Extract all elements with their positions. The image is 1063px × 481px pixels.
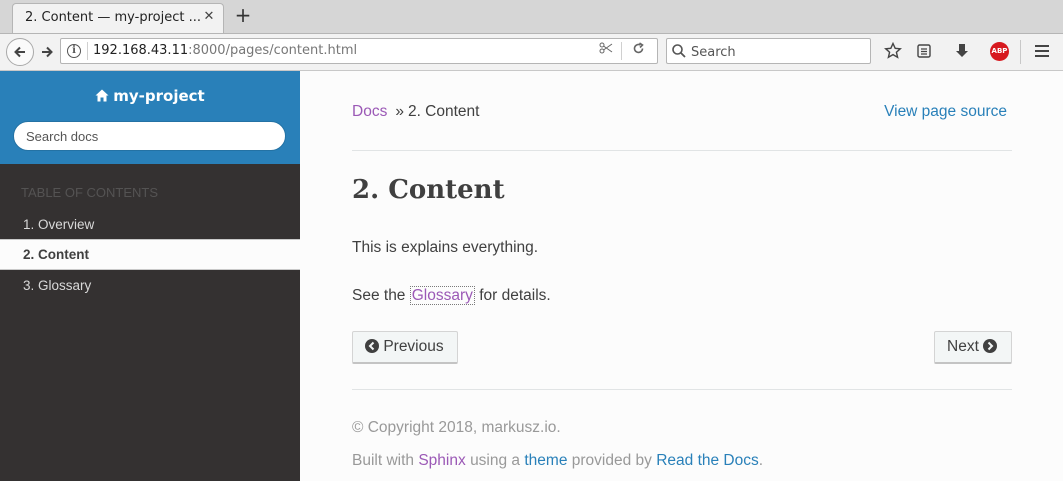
- project-name: my-project: [113, 87, 205, 105]
- url-host: 192.168.43.11: [93, 43, 189, 58]
- breadcrumb-current: 2. Content: [407, 103, 480, 120]
- url-divider: [87, 42, 88, 60]
- view-page-source-link[interactable]: View page source: [884, 103, 1007, 121]
- back-button[interactable]: [6, 38, 34, 66]
- page-title: 2. Content: [352, 175, 505, 205]
- url-path: :8000/pages/content.html: [188, 43, 358, 58]
- sidebar-header: my-project: [0, 71, 300, 164]
- address-bar[interactable]: i 192.168.43.11:8000/pages/content.html: [60, 38, 658, 64]
- download-icon[interactable]: [950, 39, 974, 63]
- bookmark-star-icon[interactable]: [881, 39, 905, 63]
- para-text-before: See the: [352, 287, 406, 304]
- screenshot-scissors-icon[interactable]: [597, 42, 615, 60]
- project-home-link[interactable]: my-project: [0, 87, 300, 105]
- built-with-text: Built with Sphinx using a theme provided…: [352, 452, 763, 470]
- theme-link[interactable]: theme: [524, 452, 567, 469]
- built-mid: using a: [470, 452, 521, 469]
- para-text-after: for details.: [479, 287, 551, 304]
- navigation-toolbar: i 192.168.43.11:8000/pages/content.html …: [0, 34, 1063, 71]
- tab-strip: 2. Content — my-project ... ✕ +: [0, 0, 1063, 34]
- toolbar-divider: [1020, 40, 1021, 64]
- main-content: Docs» 2. Content View page source 2. Cont…: [300, 71, 1063, 481]
- magnifier-icon: [672, 44, 686, 58]
- arrow-circle-right-icon: [983, 339, 998, 353]
- reload-icon[interactable]: [629, 42, 647, 60]
- reading-list-icon[interactable]: [912, 39, 936, 63]
- glossary-paragraph: See the Glossary for details.: [352, 286, 551, 305]
- browser-tab[interactable]: 2. Content — my-project ... ✕: [12, 3, 224, 33]
- next-button[interactable]: Next: [934, 331, 1012, 364]
- docs-sidebar: my-project Table of Contents 1. Overview…: [0, 71, 300, 481]
- read-the-docs-link[interactable]: Read the Docs: [656, 452, 759, 469]
- adblock-icon[interactable]: ABP: [990, 42, 1009, 61]
- menu-hamburger-icon[interactable]: [1030, 39, 1054, 63]
- breadcrumb-docs-link[interactable]: Docs: [352, 103, 387, 120]
- toc-item-glossary[interactable]: 3. Glossary: [0, 270, 300, 301]
- arrow-circle-left-icon: [365, 339, 379, 353]
- forward-button[interactable]: [37, 43, 57, 61]
- toc-item-content[interactable]: 2. Content: [0, 239, 300, 270]
- previous-label: Previous: [383, 338, 444, 355]
- browser-search-box[interactable]: [666, 38, 871, 64]
- home-icon: [95, 89, 109, 102]
- tab-close-icon[interactable]: ✕: [201, 9, 217, 25]
- site-info-icon[interactable]: i: [67, 44, 81, 58]
- back-forward-group: [6, 38, 60, 66]
- header-divider: [352, 150, 1012, 151]
- new-tab-button[interactable]: +: [232, 4, 254, 26]
- toc-item-overview[interactable]: 1. Overview: [0, 209, 300, 240]
- url-tools-divider: [621, 42, 622, 60]
- toc-caption: Table of Contents: [21, 185, 158, 200]
- previous-button[interactable]: Previous: [352, 331, 458, 364]
- built-mid2: provided by: [571, 452, 652, 469]
- copyright-text: © Copyright 2018, markusz.io.: [352, 419, 561, 436]
- footer-divider: [352, 389, 1012, 390]
- forward-arrow-icon: [42, 46, 53, 58]
- sphinx-link[interactable]: Sphinx: [418, 452, 465, 469]
- intro-paragraph: This is explains everything.: [352, 239, 539, 256]
- back-arrow-icon: [14, 46, 25, 58]
- tab-title: 2. Content — my-project ...: [25, 10, 201, 25]
- breadcrumb: Docs » 2. Content: [352, 103, 479, 121]
- search-docs-input[interactable]: [13, 121, 286, 151]
- next-label: Next: [947, 338, 979, 355]
- breadcrumb-separator: »: [395, 103, 404, 120]
- built-prefix: Built with: [352, 452, 415, 469]
- glossary-link[interactable]: Glossary: [409, 286, 475, 305]
- url-text[interactable]: 192.168.43.11:8000/pages/content.html: [93, 43, 357, 58]
- built-end: .: [758, 452, 764, 469]
- browser-search-input[interactable]: [689, 41, 863, 63]
